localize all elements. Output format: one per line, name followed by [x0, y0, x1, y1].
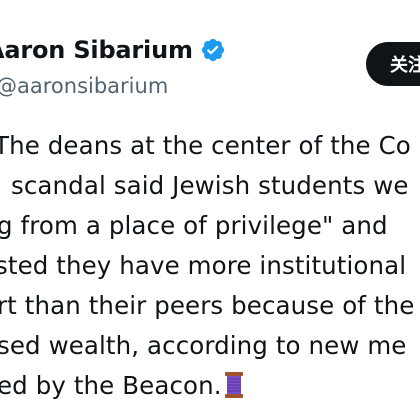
author-name-row: Aaron Sibarium	[0, 36, 226, 64]
tweet-text-line: g from a place of privilege" and	[0, 211, 388, 240]
tweet-text-line: sed wealth, according to new me	[0, 331, 407, 360]
tweet-text-line: scandal said Jewish students we	[11, 171, 409, 200]
author-display-name[interactable]: Aaron Sibarium	[0, 36, 193, 64]
tweet-text: The deans at the center of the Co scanda…	[0, 128, 420, 420]
author-handle[interactable]: @aaronsibarium	[0, 74, 168, 98]
follow-button[interactable]: 关注	[366, 42, 420, 86]
tweet-text-line: The deans at the center of the Co	[0, 131, 411, 160]
tweet-text-last-line: ed by the Beacon.	[0, 368, 244, 404]
tweet-text-line: ed by the Beacon.	[0, 371, 222, 400]
follow-button-label: 关注	[390, 55, 420, 76]
tweet-text-line: sted they have more institutional	[0, 251, 407, 280]
tweet-text-line: rt than their peers because of the	[0, 291, 415, 320]
spool-of-thread-emoji-icon	[224, 371, 244, 399]
verified-badge-icon[interactable]	[200, 37, 226, 63]
tweet-card: Aaron Sibarium @aaronsibarium 关注 The dea…	[0, 0, 420, 420]
